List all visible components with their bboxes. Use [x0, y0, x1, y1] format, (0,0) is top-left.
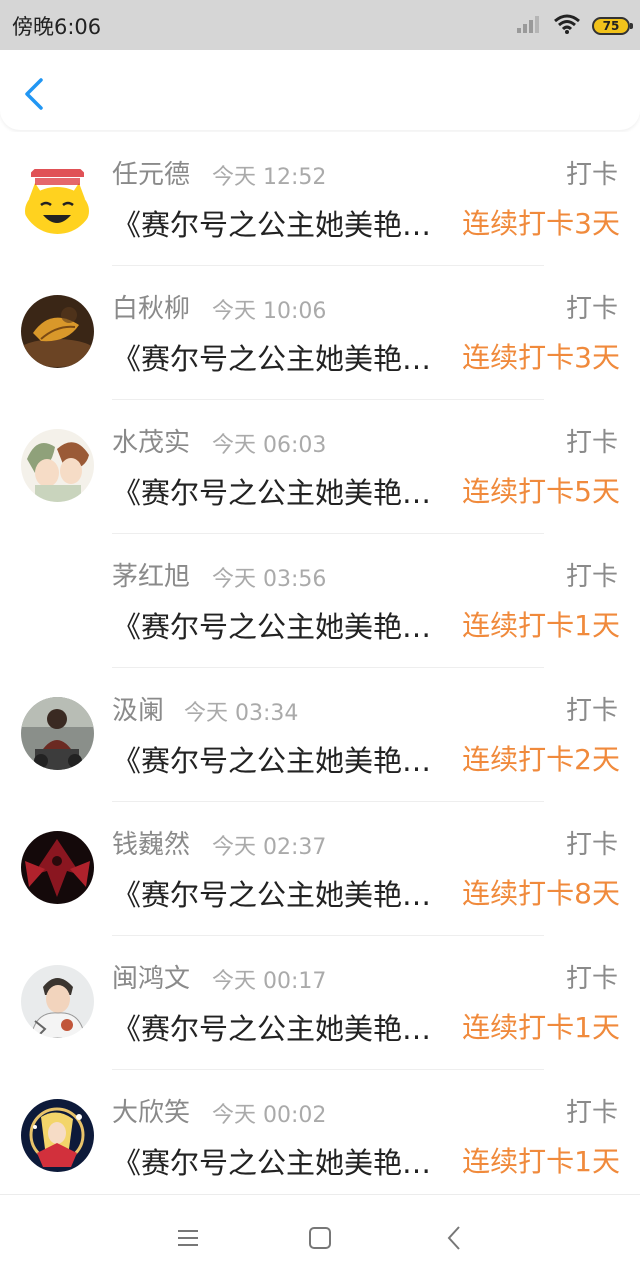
- streak-label: 连续打卡3天: [462, 341, 620, 374]
- book-title: 《赛尔号之公主她美艳…: [112, 744, 432, 778]
- avatar: [21, 429, 94, 502]
- list-item[interactable]: 白秋柳 今天 10:06 打卡 《赛尔号之公主她美艳… 连续打卡3天: [0, 266, 640, 400]
- streak-label: 连续打卡1天: [462, 609, 620, 642]
- checkin-type: 打卡: [565, 562, 618, 592]
- avatar: [21, 1099, 94, 1172]
- checkin-type: 打卡: [565, 696, 618, 726]
- checkin-time: 今天 00:02: [212, 1103, 327, 1128]
- avatar: [21, 161, 94, 234]
- user-name: 水茂实: [112, 428, 191, 458]
- streak-label: 连续打卡8天: [462, 877, 620, 910]
- checkin-time: 今天 12:52: [212, 165, 327, 190]
- list-item[interactable]: 任元德 今天 12:52 打卡 《赛尔号之公主她美艳… 连续打卡3天: [0, 132, 640, 266]
- checkin-type: 打卡: [565, 1098, 618, 1128]
- user-name: 任元德: [112, 160, 191, 190]
- streak-label: 连续打卡2天: [462, 743, 620, 776]
- chevron-left-icon[interactable]: [20, 77, 50, 111]
- status-time: 傍晚6:06: [12, 15, 102, 39]
- list-item[interactable]: 大欣笑 今天 00:02 打卡 《赛尔号之公主她美艳… 连续打卡1天: [0, 1070, 640, 1204]
- streak-label: 连续打卡5天: [462, 475, 620, 508]
- battery-icon: 75: [592, 17, 633, 35]
- checkin-time: 今天 06:03: [212, 433, 327, 458]
- list-item[interactable]: 茅红旭 今天 03:56 打卡 《赛尔号之公主她美艳… 连续打卡1天: [0, 534, 640, 668]
- checkin-type: 打卡: [565, 964, 618, 994]
- checkin-type: 打卡: [565, 160, 618, 190]
- user-name: 大欣笑: [112, 1098, 191, 1128]
- checkin-time: 今天 03:34: [184, 701, 299, 726]
- checkin-time: 今天 03:56: [212, 567, 327, 592]
- avatar: [21, 831, 94, 904]
- header: [0, 50, 640, 130]
- book-title: 《赛尔号之公主她美艳…: [112, 1146, 432, 1180]
- checkin-time: 今天 10:06: [212, 299, 327, 324]
- book-title: 《赛尔号之公主她美艳…: [112, 878, 432, 912]
- checkin-type: 打卡: [565, 294, 618, 324]
- status-bar: 傍晚6:06 75: [0, 0, 640, 50]
- wifi-icon: [554, 13, 580, 39]
- book-title: 《赛尔号之公主她美艳…: [112, 342, 432, 376]
- streak-label: 连续打卡3天: [462, 207, 620, 240]
- user-name: 白秋柳: [112, 294, 191, 324]
- list-item[interactable]: 汲阑 今天 03:34 打卡 《赛尔号之公主她美艳… 连续打卡2天: [0, 668, 640, 802]
- user-name: 汲阑: [112, 696, 165, 726]
- avatar: [21, 697, 94, 770]
- back-icon[interactable]: [440, 1223, 470, 1253]
- user-name: 钱巍然: [112, 830, 191, 860]
- avatar: [21, 965, 94, 1038]
- streak-label: 连续打卡1天: [462, 1145, 620, 1178]
- list-item[interactable]: 钱巍然 今天 02:37 打卡 《赛尔号之公主她美艳… 连续打卡8天: [0, 802, 640, 936]
- book-title: 《赛尔号之公主她美艳…: [112, 476, 432, 510]
- list-item[interactable]: 水茂实 今天 06:03 打卡 《赛尔号之公主她美艳… 连续打卡5天: [0, 400, 640, 534]
- book-title: 《赛尔号之公主她美艳…: [112, 1012, 432, 1046]
- checkin-time: 今天 02:37: [212, 835, 327, 860]
- avatar: [21, 295, 94, 368]
- user-name: 闽鸿文: [112, 964, 191, 994]
- menu-icon[interactable]: [173, 1223, 203, 1253]
- navigation-bar: [0, 1194, 640, 1281]
- list-item[interactable]: 闽鸿文 今天 00:17 打卡 《赛尔号之公主她美艳… 连续打卡1天: [0, 936, 640, 1070]
- signal-icon: [516, 14, 542, 38]
- checkin-time: 今天 00:17: [212, 969, 327, 994]
- user-name: 茅红旭: [112, 562, 191, 592]
- home-icon[interactable]: [305, 1223, 335, 1253]
- checkin-type: 打卡: [565, 830, 618, 860]
- book-title: 《赛尔号之公主她美艳…: [112, 610, 432, 644]
- status-icons: 75: [516, 13, 633, 39]
- checkin-type: 打卡: [565, 428, 618, 458]
- book-title: 《赛尔号之公主她美艳…: [112, 208, 432, 242]
- streak-label: 连续打卡1天: [462, 1011, 620, 1044]
